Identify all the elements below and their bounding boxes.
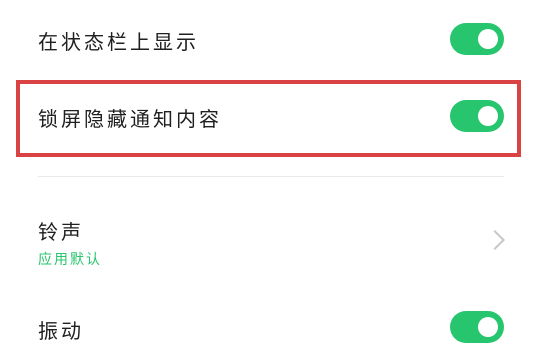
vibration-toggle[interactable] — [450, 311, 504, 343]
status-bar-toggle[interactable] — [450, 23, 504, 55]
setting-row-ringtone[interactable]: 铃声 应用默认 — [0, 200, 540, 280]
toggle-knob — [478, 29, 498, 49]
lock-screen-hide-toggle[interactable] — [450, 100, 504, 132]
ringtone-value: 应用默认 — [38, 252, 102, 268]
ringtone-label: 铃声 — [38, 220, 84, 244]
vibration-label: 振动 — [38, 319, 84, 343]
section-divider — [38, 176, 504, 177]
status-bar-label: 在状态栏上显示 — [38, 30, 199, 54]
lock-screen-hide-label: 锁屏隐藏通知内容 — [38, 107, 222, 131]
setting-row-lock-screen-hide[interactable]: 锁屏隐藏通知内容 — [0, 84, 540, 154]
toggle-knob — [478, 317, 498, 337]
setting-row-status-bar[interactable]: 在状态栏上显示 — [0, 0, 540, 80]
setting-row-vibration[interactable]: 振动 — [0, 298, 540, 356]
toggle-knob — [478, 106, 498, 126]
